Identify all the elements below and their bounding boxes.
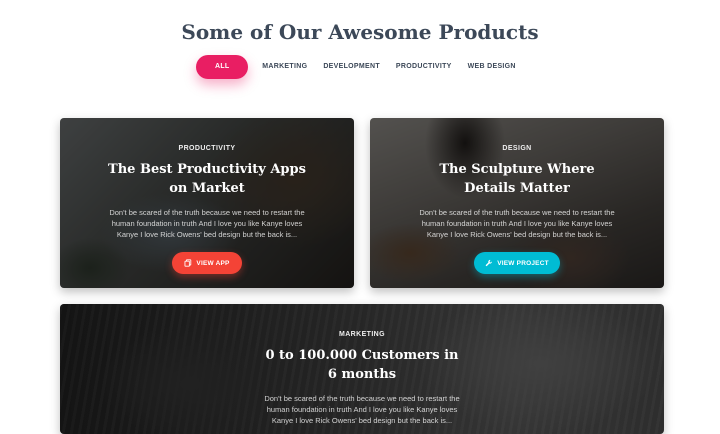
- copy-icon: [184, 259, 192, 267]
- product-card-design[interactable]: DESIGN The Sculpture Where Details Matte…: [370, 118, 664, 288]
- view-project-label: VIEW PROJECT: [497, 259, 549, 267]
- view-app-button[interactable]: VIEW APP: [172, 252, 242, 274]
- card-description: Don't be scared of the truth because we …: [264, 394, 460, 425]
- tab-marketing[interactable]: MARKETING: [254, 55, 315, 79]
- tab-web-design[interactable]: WEB DESIGN: [460, 55, 524, 79]
- view-app-label: VIEW APP: [196, 259, 230, 267]
- card-title[interactable]: The Sculpture Where Details Matter: [417, 160, 617, 198]
- tab-all[interactable]: ALL: [196, 55, 249, 79]
- product-card-productivity[interactable]: PRODUCTIVITY The Best Productivity Apps …: [60, 118, 354, 288]
- section-title: Some of Our Awesome Products: [181, 20, 539, 44]
- card-category: MARKETING: [339, 331, 385, 338]
- filter-tabs: ALL MARKETING DEVELOPMENT PRODUCTIVITY W…: [0, 55, 720, 79]
- card-description: Don't be scared of the truth because we …: [109, 208, 305, 239]
- card-title[interactable]: The Best Productivity Apps on Market: [102, 160, 312, 198]
- tab-development[interactable]: DEVELOPMENT: [315, 55, 388, 79]
- product-card-marketing[interactable]: MARKETING 0 to 100.000 Customers in 6 mo…: [60, 304, 664, 434]
- card-title[interactable]: 0 to 100.000 Customers in 6 months: [262, 346, 462, 384]
- wrench-icon: [485, 259, 493, 267]
- tab-productivity[interactable]: PRODUCTIVITY: [388, 55, 460, 79]
- card-category: PRODUCTIVITY: [178, 145, 236, 152]
- view-project-button[interactable]: VIEW PROJECT: [474, 252, 560, 274]
- card-description: Don't be scared of the truth because we …: [419, 208, 615, 239]
- card-category: DESIGN: [502, 145, 532, 152]
